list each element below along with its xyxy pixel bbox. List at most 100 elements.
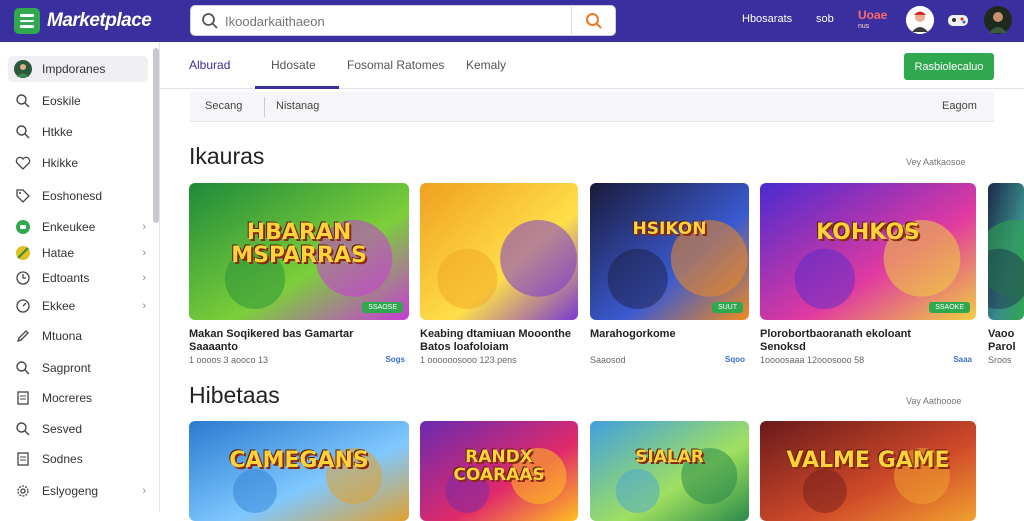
game-price: Sogs bbox=[385, 355, 405, 364]
tab-3[interactable]: Fosomal Ratomes bbox=[347, 58, 444, 72]
chevron-right-icon: › bbox=[142, 272, 146, 284]
game-thumbnail[interactable]: CAMEGANS bbox=[189, 421, 409, 521]
game-art-title: KOHKOS bbox=[816, 220, 920, 246]
tab-4[interactable]: Kemaly bbox=[466, 58, 506, 72]
profile-avatar[interactable] bbox=[984, 6, 1012, 34]
game-title: Makan Soqikered bas Gamartar bbox=[189, 328, 354, 340]
section-title-2: Hibetaas bbox=[189, 382, 280, 408]
avatar-icon bbox=[14, 60, 32, 78]
document-icon bbox=[14, 450, 32, 468]
clock-icon bbox=[14, 269, 32, 287]
sidebar-item-label: Enkeukee bbox=[42, 220, 96, 234]
game-thumbnail[interactable]: HSIKON bbox=[590, 183, 749, 320]
active-tab-indicator bbox=[255, 86, 339, 89]
game-thumbnail[interactable] bbox=[988, 183, 1024, 320]
tab-1[interactable]: Alburad bbox=[189, 58, 230, 72]
search-input[interactable] bbox=[225, 11, 555, 31]
chevron-right-icon: › bbox=[142, 485, 146, 497]
filter-divider bbox=[264, 97, 265, 117]
heart-icon bbox=[14, 154, 32, 172]
game-subtitle: Batos loafoloiam bbox=[420, 341, 509, 353]
game-thumbnail[interactable]: HBARAN MSPARRAS bbox=[189, 183, 409, 320]
game-title: Marahogorkome bbox=[590, 328, 676, 340]
game-thumbnail[interactable]: RANDX COARAAS bbox=[420, 421, 578, 521]
sidebar-item-label: Impdoranes bbox=[42, 62, 106, 76]
status-badge: SSAOKE bbox=[929, 302, 970, 313]
primary-action-button[interactable]: Rasbiolecaluo bbox=[904, 53, 994, 80]
game-meta: 1oooosaaa 12ooosooo 58 bbox=[760, 355, 865, 365]
sidebar-item-9[interactable]: Ekkee › bbox=[8, 293, 148, 319]
search-icon bbox=[14, 123, 32, 141]
sidebar-scrollbar[interactable] bbox=[153, 48, 159, 223]
sidebar-item-label: Ekkee bbox=[42, 299, 76, 313]
filter-left[interactable]: Secang bbox=[205, 100, 242, 112]
sidebar-item-2[interactable]: Eoskile bbox=[8, 88, 148, 114]
game-art-title: VALME GAME bbox=[786, 448, 950, 473]
search-icon bbox=[14, 359, 32, 377]
tab-2[interactable]: Hdosate bbox=[271, 58, 316, 72]
status-badge: SUUT bbox=[711, 302, 743, 313]
user-avatar[interactable] bbox=[906, 6, 934, 34]
game-art-title: HBARAN MSPARRAS bbox=[231, 220, 367, 269]
filter-right[interactable]: Eagom bbox=[942, 100, 977, 112]
sidebar-item-label: Sesved bbox=[42, 422, 83, 436]
chevron-right-icon: › bbox=[142, 221, 146, 233]
view-all-link-2[interactable]: Vay Aathoooe bbox=[906, 396, 961, 406]
game-meta: 1 oooooosooo 123 pens bbox=[420, 355, 517, 365]
sidebar-item-8[interactable]: Edtoants › bbox=[8, 265, 148, 291]
game-title: Keabing dtamiuan Mooonthe bbox=[420, 328, 571, 340]
sidebar-item-label: Edtoants bbox=[42, 271, 90, 285]
section-title-1: Ikauras bbox=[189, 143, 265, 169]
sidebar-item-3[interactable]: Htkke bbox=[8, 119, 148, 145]
sidebar-item-label: Htkke bbox=[42, 125, 73, 139]
game-title: Plorobortbaoranath ekoloant bbox=[760, 328, 911, 340]
filter-middle[interactable]: Nistanag bbox=[276, 100, 319, 112]
search-bar bbox=[190, 5, 616, 36]
pencil-icon bbox=[14, 327, 32, 345]
sidebar-item-4[interactable]: Hkikke bbox=[8, 150, 148, 176]
green-circle-icon bbox=[14, 218, 32, 236]
gear-icon bbox=[14, 482, 32, 500]
game-art-title: SIALAR bbox=[635, 447, 704, 467]
chevron-right-icon: › bbox=[142, 247, 146, 259]
gauge-icon bbox=[14, 297, 32, 315]
game-subtitle: Senoksd bbox=[760, 341, 806, 353]
notifications-badge[interactable]: Uoae nus bbox=[858, 9, 887, 33]
header-link-1[interactable]: Hbosarats bbox=[742, 13, 792, 25]
game-thumbnail[interactable]: VALME GAME bbox=[760, 421, 976, 521]
view-all-link-1[interactable]: Vey Aatkaosoe bbox=[906, 157, 966, 167]
sidebar-item-1[interactable]: Impdoranes bbox=[8, 56, 148, 82]
search-icon bbox=[202, 13, 218, 29]
sidebar-item-15[interactable]: Eslyogeng › bbox=[8, 478, 148, 504]
game-subtitle: Parol bbox=[988, 341, 1016, 353]
sidebar-item-13[interactable]: Sesved bbox=[8, 416, 148, 442]
menu-icon[interactable] bbox=[14, 8, 40, 34]
game-meta: Sroos bbox=[988, 355, 1012, 365]
top-bar: Marketplace Hbosarats sob Uoaenus bbox=[0, 0, 1024, 42]
game-price: Sqoo bbox=[725, 355, 745, 364]
sidebar-item-10[interactable]: Mtuona bbox=[8, 323, 148, 349]
sidebar-item-12[interactable]: Mocreres bbox=[8, 385, 148, 411]
game-controller-icon[interactable] bbox=[944, 6, 972, 34]
slash-circle-icon bbox=[14, 244, 32, 262]
sidebar-item-label: Hatae bbox=[42, 246, 75, 260]
game-meta: Saaosod bbox=[590, 355, 626, 365]
tab-bar: Alburad Hdosate Fosomal Ratomes Kemaly bbox=[160, 42, 1024, 89]
status-badge: SSAOSE bbox=[362, 302, 403, 313]
game-thumbnail[interactable]: SIALAR bbox=[590, 421, 749, 521]
header-link-2[interactable]: sob bbox=[816, 13, 834, 25]
search-icon bbox=[585, 12, 602, 29]
sidebar-item-14[interactable]: Sodnes bbox=[8, 446, 148, 472]
sidebar-item-5[interactable]: Eoshonesd bbox=[8, 183, 148, 209]
sidebar-item-7[interactable]: Hatae › bbox=[8, 240, 148, 266]
sidebar-item-6[interactable]: Enkeukee › bbox=[8, 214, 148, 240]
game-thumbnail[interactable]: KOHKOS bbox=[760, 183, 976, 320]
sidebar-item-11[interactable]: Sagpront bbox=[8, 355, 148, 381]
brand-logo[interactable]: Marketplace bbox=[47, 10, 152, 32]
game-art-title: RANDX COARAAS bbox=[453, 447, 545, 485]
document-icon bbox=[14, 389, 32, 407]
game-thumbnail[interactable] bbox=[420, 183, 578, 320]
sidebar-item-label: Sodnes bbox=[42, 452, 83, 466]
search-button[interactable] bbox=[571, 6, 615, 35]
game-subtitle: Saaaanto bbox=[189, 341, 238, 353]
